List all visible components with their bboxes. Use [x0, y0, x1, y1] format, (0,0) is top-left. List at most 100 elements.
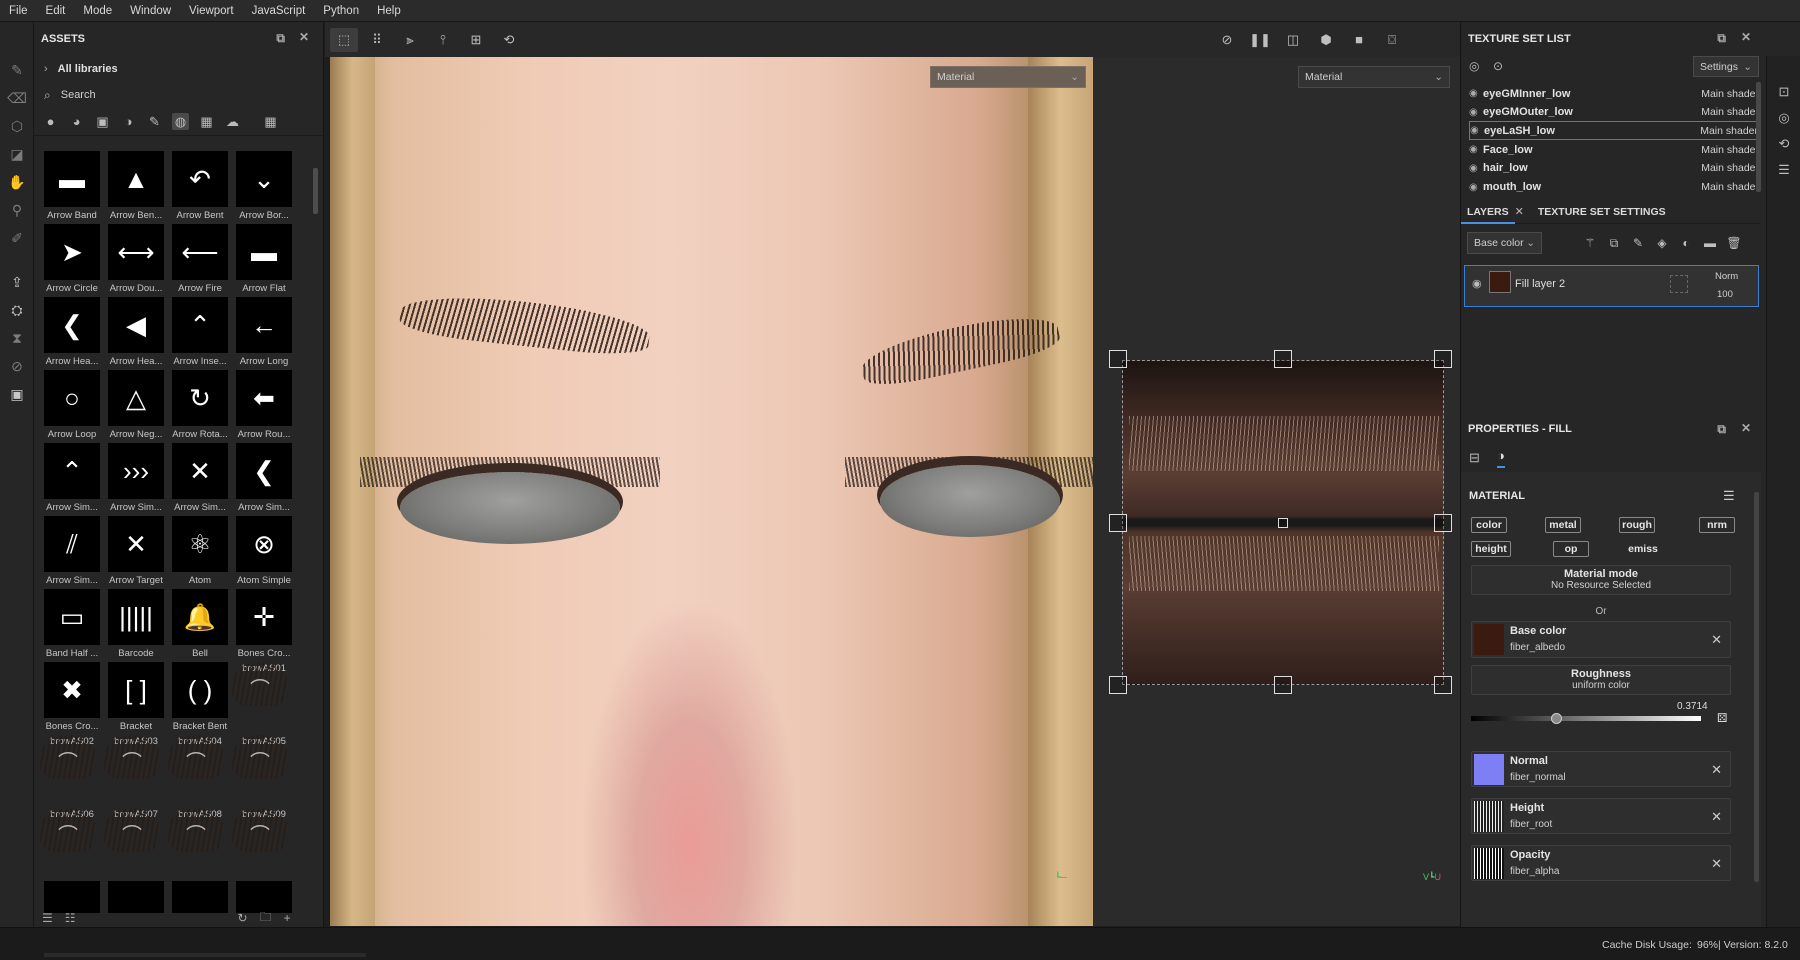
texture-set-row[interactable]: ◉ eyeGMOuter_low Main shader — [1469, 103, 1759, 122]
selection-icon[interactable]: ⬚ — [330, 27, 358, 52]
shader-name[interactable]: Main shader — [1701, 181, 1759, 193]
height-card[interactable]: Height fiber_root ✕ — [1471, 798, 1731, 834]
asset-tile[interactable]: ○ Arrow Loop — [40, 368, 104, 441]
smart-material-icon[interactable]: ⧉ — [1605, 234, 1623, 252]
texture-set-row[interactable]: ◉ eyeGMInner_low Main shader — [1469, 84, 1759, 103]
uv-handle-top-left[interactable] — [1109, 350, 1127, 368]
undock-icon[interactable]: ⧉ — [276, 31, 285, 46]
camera-settings-icon[interactable]: ▣ — [7, 384, 27, 404]
menu-mode[interactable]: Mode — [74, 0, 121, 22]
asset-tile[interactable]: ⌃ Arrow Sim... — [40, 441, 104, 514]
eye-icon[interactable]: ◉ — [1469, 163, 1483, 174]
menu-window[interactable]: Window — [121, 0, 180, 22]
uv-handle-center[interactable] — [1278, 518, 1288, 528]
close-icon[interactable]: ✕ — [1711, 809, 1722, 825]
detail-view-icon[interactable]: ☷ — [65, 911, 76, 925]
asset-tile[interactable]: ⌒browAS09 — [232, 806, 296, 879]
asset-tile[interactable]: ❮ Arrow Hea... — [40, 295, 104, 368]
grid-view-icon[interactable]: ▦ — [262, 113, 279, 130]
undock-icon[interactable]: ⧉ — [1717, 422, 1726, 437]
asset-tile[interactable]: ⟵ Arrow Fire — [168, 222, 232, 295]
asset-tile[interactable]: ››› Arrow Sim... — [104, 441, 168, 514]
texture-set-row[interactable]: ◉ Face_low Main shader — [1469, 140, 1759, 159]
chip-op[interactable]: op — [1553, 541, 1589, 557]
assets-scrollbar[interactable] — [313, 168, 318, 214]
chip-metal[interactable]: metal — [1545, 517, 1581, 533]
brush-filter-icon[interactable]: ✎ — [146, 113, 163, 130]
hide-icon[interactable]: ⊘ — [1213, 28, 1241, 52]
asset-tile[interactable]: ↶ Arrow Bent — [168, 149, 232, 222]
asset-tile[interactable]: ⊗ Atom Simple — [232, 514, 296, 587]
shader-icon[interactable]: ⊘ — [7, 356, 27, 376]
asset-tile[interactable]: ⌒browAS05 — [232, 733, 296, 806]
camera-icon[interactable]: ■ — [1345, 28, 1373, 52]
close-icon[interactable]: ✕ — [299, 30, 309, 44]
mask-icon[interactable]: ◐ — [1677, 234, 1695, 252]
close-icon[interactable]: ✕ — [1711, 762, 1722, 778]
folder-icon[interactable]: 🗀 — [260, 908, 272, 929]
chip-emiss[interactable]: emiss — [1623, 541, 1663, 557]
mask-slot[interactable] — [1670, 275, 1688, 293]
display-settings-icon[interactable]: ⧗ — [7, 328, 27, 348]
properties-scrollbar[interactable] — [1754, 492, 1759, 882]
refresh-icon[interactable]: ↻ — [238, 911, 248, 925]
menu-file[interactable]: File — [0, 0, 37, 22]
shader-name[interactable]: Main shader — [1701, 162, 1759, 174]
uv-handle-top[interactable] — [1274, 350, 1292, 368]
asset-tile[interactable]: ▭ Band Half ... — [40, 587, 104, 660]
menu-icon[interactable]: ☰ — [1723, 488, 1735, 504]
asset-tile[interactable]: ← Arrow Long — [232, 295, 296, 368]
smudge-icon[interactable]: ✋ — [7, 172, 27, 192]
uv-handle-bottom[interactable] — [1274, 676, 1292, 694]
menu-javascript[interactable]: JavaScript — [243, 0, 315, 22]
base-color-swatch[interactable] — [1474, 624, 1504, 655]
delete-icon[interactable]: 🗑 — [1725, 234, 1743, 252]
layer-name[interactable]: Fill layer 2 — [1515, 278, 1565, 290]
asset-tile[interactable]: ⌒browAS02 — [40, 733, 104, 806]
shader-name[interactable]: Main shader — [1701, 88, 1759, 100]
paint-brush-icon[interactable]: ✎ — [7, 60, 27, 80]
asset-tile[interactable]: ⚛ Atom — [168, 514, 232, 587]
visibility-toggle-icon[interactable]: ◎ — [1469, 59, 1479, 73]
asset-tile[interactable]: ⌄ Arrow Bor... — [232, 149, 296, 222]
bake-icon[interactable]: ⛭ — [7, 300, 27, 320]
asset-tile[interactable]: ( ) Bracket Bent — [168, 660, 232, 733]
layer-opacity[interactable]: 100 — [1717, 289, 1733, 300]
align-icon[interactable]: ⫯ — [429, 28, 457, 52]
asset-tile[interactable]: ⌒browAS04 — [168, 733, 232, 806]
asset-tile[interactable]: ⌒browAS01 — [232, 660, 296, 733]
uv-mode-dropdown[interactable]: Material ⌄ — [1298, 66, 1450, 88]
list-view-icon[interactable]: ☰ — [42, 911, 53, 925]
chip-nrm[interactable]: nrm — [1699, 517, 1735, 533]
solo-icon[interactable]: ⊙ — [1493, 59, 1503, 73]
uv-handle-bottom-right[interactable] — [1434, 676, 1452, 694]
asset-tile[interactable]: ▲ Arrow Ben... — [104, 149, 168, 222]
screenshot-icon[interactable]: ⌼ — [1378, 28, 1406, 52]
height-swatch[interactable] — [1474, 801, 1504, 832]
asset-tile[interactable]: ⌒browAS07 — [104, 806, 168, 879]
add-icon[interactable]: + — [284, 911, 291, 925]
asset-tile[interactable]: ⬅ Arrow Rou... — [232, 368, 296, 441]
tab-layers[interactable]: LAYERS — [1461, 200, 1515, 224]
texture-set-row[interactable]: ◉ hair_low Main shader — [1469, 159, 1759, 178]
grid-icon[interactable]: ⠿ — [363, 28, 391, 52]
search-input[interactable]: ⌕ Search — [34, 82, 323, 108]
menu-help[interactable]: Help — [368, 0, 410, 22]
asset-tile[interactable]: ▬ Arrow Band — [40, 149, 104, 222]
layer-row[interactable]: ◉ Fill layer 2 Norm 100 — [1464, 265, 1759, 307]
paint-layer-icon[interactable]: ✎ — [1629, 234, 1647, 252]
roughness-slider[interactable] — [1471, 713, 1701, 724]
projection-icon[interactable]: ⬡ — [7, 116, 27, 136]
pause-icon[interactable]: ❚❚ — [1246, 28, 1274, 52]
material-tab-icon[interactable]: ◑ — [1497, 448, 1505, 468]
asset-tile[interactable]: △ Arrow Neg... — [104, 368, 168, 441]
opacity-swatch[interactable] — [1474, 848, 1504, 879]
close-icon[interactable]: ✕ — [1741, 30, 1751, 44]
eye-icon[interactable]: ◉ — [1470, 125, 1484, 136]
asset-tile[interactable]: ⟷ Arrow Dou... — [104, 222, 168, 295]
history-dock-icon[interactable]: ⟲ — [1767, 136, 1800, 152]
close-icon[interactable]: ✕ — [1711, 856, 1722, 872]
layers-dock-icon[interactable]: ⊡ — [1767, 84, 1800, 100]
close-icon[interactable]: ✕ — [1711, 632, 1722, 648]
eye-icon[interactable]: ◉ — [1469, 182, 1483, 193]
